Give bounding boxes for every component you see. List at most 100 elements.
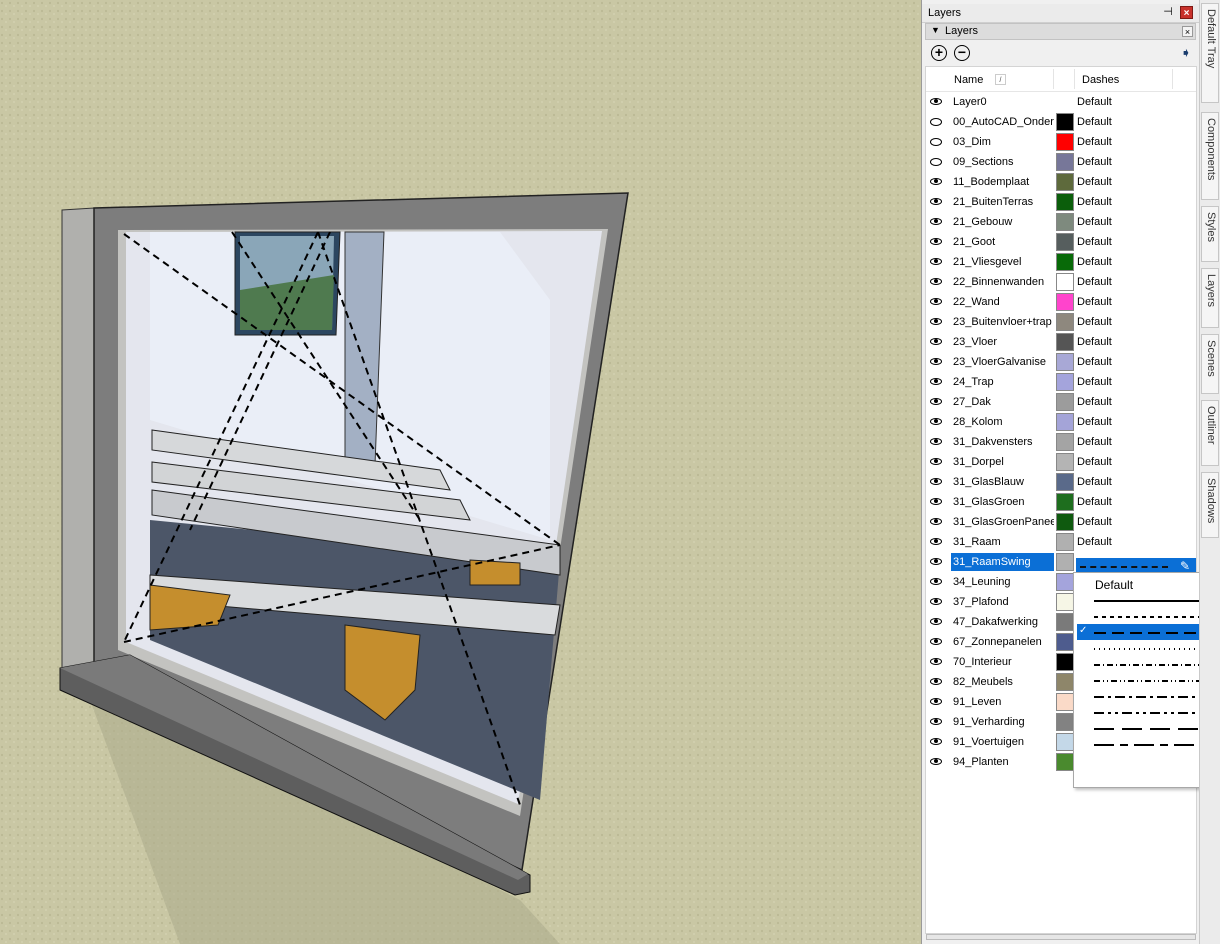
layer-color-swatch[interactable] — [1056, 453, 1074, 471]
layer-dashes-value[interactable]: Default — [1077, 173, 1112, 191]
layer-color-swatch[interactable] — [1056, 733, 1074, 751]
layer-name[interactable]: 34_Leuning — [951, 573, 1054, 591]
layer-dashes-value[interactable]: Default — [1077, 473, 1112, 491]
remove-layer-icon[interactable]: − — [954, 45, 970, 61]
layer-name[interactable]: 70_Interieur — [951, 653, 1054, 671]
eye-visible-icon[interactable] — [929, 537, 943, 547]
eye-visible-icon[interactable] — [929, 237, 943, 247]
dash-option[interactable] — [1077, 592, 1216, 608]
eye-visible-icon[interactable] — [929, 257, 943, 267]
dash-option[interactable] — [1077, 608, 1216, 624]
layer-name[interactable]: 31_GlasGroenPaneel — [951, 513, 1054, 531]
layer-name[interactable]: 22_Binnenwanden — [951, 273, 1054, 291]
layer-color-swatch[interactable] — [1056, 313, 1074, 331]
eye-visible-icon[interactable] — [929, 437, 943, 447]
layer-name[interactable]: 27_Dak — [951, 393, 1054, 411]
eye-visible-icon[interactable] — [929, 337, 943, 347]
layer-color-swatch[interactable] — [1056, 273, 1074, 291]
layer-dashes-value[interactable]: Default — [1077, 333, 1112, 351]
layer-row[interactable]: 21_BuitenTerras Default — [926, 192, 1196, 212]
eye-visible-icon[interactable] — [929, 497, 943, 507]
close-icon[interactable]: × — [1180, 6, 1193, 19]
eye-visible-icon[interactable] — [929, 317, 943, 327]
eye-visible-icon[interactable] — [929, 517, 943, 527]
dash-option[interactable] — [1077, 688, 1216, 704]
column-divider[interactable] — [1172, 69, 1173, 89]
layer-color-swatch[interactable] — [1056, 213, 1074, 231]
layer-name[interactable]: 82_Meubels — [951, 673, 1054, 691]
tab-default-tray[interactable]: Default Tray — [1201, 3, 1219, 103]
layer-dashes-value[interactable]: Default — [1077, 393, 1112, 411]
layer-color-swatch[interactable] — [1056, 673, 1074, 691]
layer-color-swatch[interactable] — [1056, 593, 1074, 611]
eye-visible-icon[interactable] — [929, 217, 943, 227]
column-name-header[interactable]: Name — [954, 74, 983, 86]
layer-dashes-value[interactable]: Default — [1077, 413, 1112, 431]
layer-dashes-value[interactable]: Default — [1077, 453, 1112, 471]
layer-color-swatch[interactable] — [1056, 373, 1074, 391]
eye-hidden-icon[interactable] — [929, 157, 943, 167]
tab-styles[interactable]: Styles — [1201, 206, 1219, 262]
layer-color-swatch[interactable] — [1056, 693, 1074, 711]
layer-color-swatch[interactable] — [1056, 473, 1074, 491]
eye-visible-icon[interactable] — [929, 477, 943, 487]
layer-color-swatch[interactable] — [1056, 173, 1074, 191]
layer-row[interactable]: 31_GlasGroenPaneel Default — [926, 512, 1196, 532]
tab-outliner[interactable]: Outliner — [1201, 400, 1219, 466]
layer-color-swatch[interactable] — [1056, 153, 1074, 171]
layer-row[interactable]: 21_Vliesgevel Default — [926, 252, 1196, 272]
add-layer-icon[interactable]: + — [931, 45, 947, 61]
layer-color-swatch[interactable] — [1056, 653, 1074, 671]
layer-color-swatch[interactable] — [1056, 493, 1074, 511]
layer-name[interactable]: 21_Goot — [951, 233, 1054, 251]
layer-row[interactable]: 23_VloerGalvanise Default — [926, 352, 1196, 372]
layer-name[interactable]: 31_Dorpel — [951, 453, 1054, 471]
collapse-triangle-icon[interactable]: ▼ — [931, 25, 940, 35]
layer-color-swatch[interactable] — [1056, 413, 1074, 431]
layer-name[interactable]: 91_Voertuigen — [951, 733, 1054, 751]
layer-name[interactable]: 47_Dakafwerking — [951, 613, 1054, 631]
layer-name[interactable]: 91_Leven — [951, 693, 1054, 711]
layer-row[interactable]: 31_Raam Default — [926, 532, 1196, 552]
layer-color-swatch[interactable] — [1056, 613, 1074, 631]
layer-name[interactable]: 21_BuitenTerras — [951, 193, 1054, 211]
layer-row[interactable]: 23_Vloer Default — [926, 332, 1196, 352]
eye-visible-icon[interactable] — [929, 457, 943, 467]
eye-visible-icon[interactable] — [929, 617, 943, 627]
layer-color-swatch[interactable] — [1056, 293, 1074, 311]
eye-visible-icon[interactable] — [929, 177, 943, 187]
layer-name[interactable]: 22_Wand — [951, 293, 1054, 311]
eye-visible-icon[interactable] — [929, 637, 943, 647]
layer-color-swatch[interactable] — [1056, 433, 1074, 451]
tab-shadows[interactable]: Shadows — [1201, 472, 1219, 538]
layer-name[interactable]: 31_GlasGroen — [951, 493, 1054, 511]
dash-option[interactable]: ✓ — [1077, 624, 1216, 640]
layer-color-swatch[interactable] — [1056, 193, 1074, 211]
layer-row[interactable]: 21_Gebouw Default — [926, 212, 1196, 232]
eye-visible-icon[interactable] — [929, 657, 943, 667]
eye-visible-icon[interactable] — [929, 297, 943, 307]
eye-visible-icon[interactable] — [929, 717, 943, 727]
layer-name[interactable]: 21_Gebouw — [951, 213, 1054, 231]
layer-dashes-value[interactable]: Default — [1077, 313, 1112, 331]
dash-option-default[interactable]: Default — [1077, 576, 1216, 592]
layer-name[interactable]: 67_Zonnepanelen — [951, 633, 1054, 651]
layer-name[interactable]: 03_Dim — [951, 133, 1054, 151]
layer-dashes-value[interactable]: Default — [1077, 133, 1112, 151]
layer-name[interactable]: 31_Raam — [951, 533, 1054, 551]
column-divider[interactable] — [1053, 69, 1054, 89]
layer-row[interactable]: 11_Bodemplaat Default — [926, 172, 1196, 192]
layer-color-swatch[interactable] — [1056, 133, 1074, 151]
layer-dashes-value[interactable]: Default — [1077, 253, 1112, 271]
layer-name[interactable]: 91_Verharding — [951, 713, 1054, 731]
dash-option[interactable] — [1077, 640, 1216, 656]
eye-visible-icon[interactable] — [929, 357, 943, 367]
layer-row[interactable]: 22_Binnenwanden Default — [926, 272, 1196, 292]
eye-visible-icon[interactable] — [929, 417, 943, 427]
layer-name[interactable]: 09_Sections — [951, 153, 1054, 171]
layer-row[interactable]: 31_Dorpel Default — [926, 452, 1196, 472]
layer-dashes-value[interactable]: Default — [1077, 373, 1112, 391]
layer-color-swatch[interactable] — [1056, 633, 1074, 651]
eye-visible-icon[interactable] — [929, 377, 943, 387]
eye-visible-icon[interactable] — [929, 737, 943, 747]
